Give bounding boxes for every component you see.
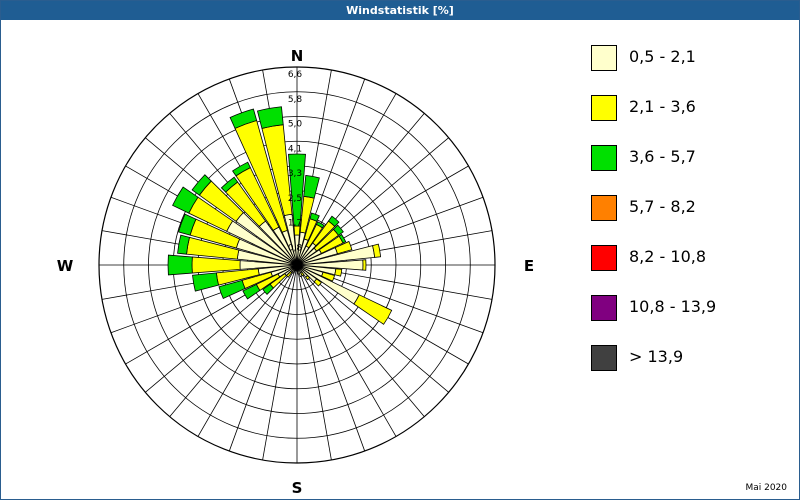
wind-sector-270-band-2: [167, 254, 193, 276]
wind-sector-270-band-1: [191, 256, 241, 274]
legend-label: 3,6 - 5,7: [629, 147, 696, 166]
direction-label-s: S: [292, 479, 303, 497]
direction-label-n: N: [291, 47, 304, 65]
direction-label-w: W: [57, 257, 74, 275]
chart-frame: Windstatistik [%] 0,8 1,7 2,5 3,3 4,1 5,0 5,8 6…: [0, 0, 800, 500]
legend-swatch: [591, 295, 617, 321]
wind-sector-90-band-1: [362, 259, 367, 271]
legend-label: 8,2 - 10,8: [629, 247, 707, 266]
wind-sector-10-band-2: [303, 174, 320, 199]
wind-sector-350-band-2: [256, 106, 284, 129]
ring-label: 1,7: [288, 219, 302, 229]
legend-swatch: [591, 95, 617, 121]
legend-swatch: [591, 45, 617, 71]
ring-label: 0,8: [288, 243, 303, 253]
legend-swatch: [591, 195, 617, 221]
wind-sector-260-band-2: [192, 272, 220, 292]
chart-title: Windstatistik [%]: [1, 1, 799, 20]
ring-label: 5,0: [288, 120, 303, 130]
footer-date: Mai 2020: [745, 483, 787, 493]
ring-label: 2,5: [288, 194, 302, 204]
wind-rose-chart: 0,8 1,7 2,5 3,3 4,1 5,0 5,8 6,6 N E S W: [57, 47, 534, 497]
legend-swatch: [591, 345, 617, 371]
legend-label: 0,5 - 2,1: [629, 47, 696, 66]
legend-label: 10,8 - 13,9: [629, 297, 717, 316]
direction-label-e: E: [524, 257, 534, 275]
legend-label: 2,1 - 3,6: [629, 97, 696, 116]
ring-label: 5,8: [288, 95, 303, 105]
ring-label: 6,6: [288, 70, 303, 80]
legend-label: 5,7 - 8,2: [629, 197, 696, 216]
ring-label: 3,3: [288, 169, 302, 179]
legend-swatch: [591, 245, 617, 271]
wind-sector-120-band-1: [353, 294, 393, 325]
ring-label: 4,1: [288, 144, 302, 154]
legend-swatch: [591, 145, 617, 171]
legend-label: > 13,9: [629, 347, 684, 366]
wind-sector-100-band-1: [334, 268, 343, 277]
